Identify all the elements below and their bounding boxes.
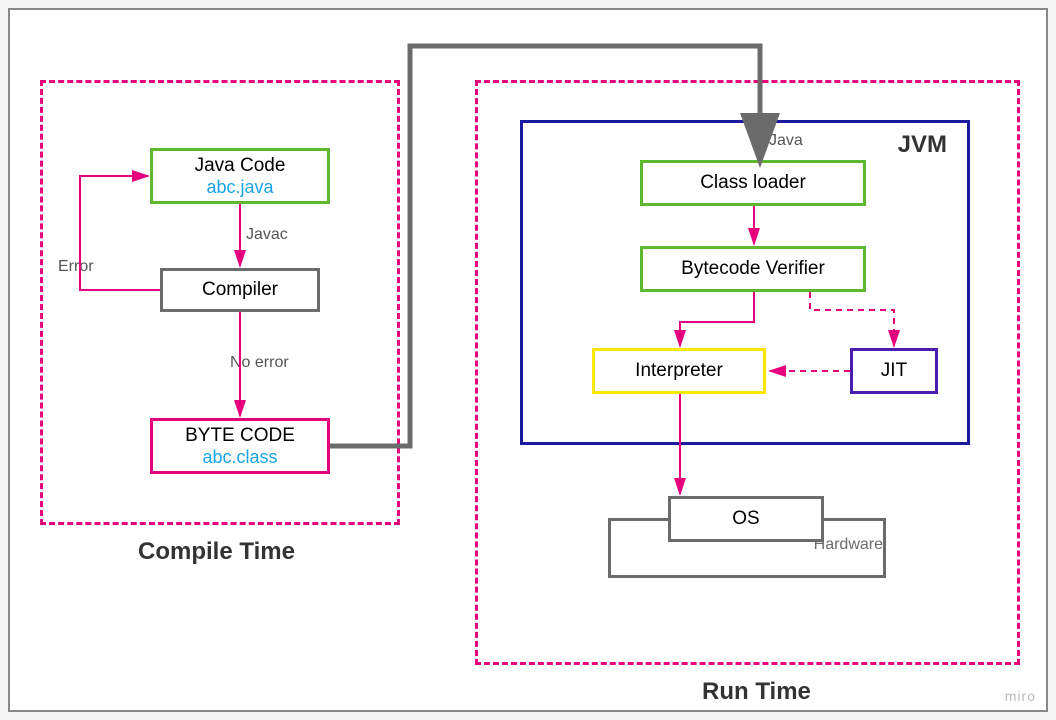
verifier-label: Bytecode Verifier: [681, 258, 825, 280]
run-time-title: Run Time: [702, 678, 811, 706]
bytecode-file: abc.class: [202, 447, 277, 468]
java-code-file: abc.java: [206, 177, 273, 198]
jvm-label: JVM: [898, 131, 947, 159]
jit-label: JIT: [881, 360, 907, 382]
os-node: OS: [668, 496, 824, 542]
interpreter-node: Interpreter: [592, 348, 766, 394]
error-label: Error: [58, 258, 94, 276]
bytecode-label: BYTE CODE: [185, 425, 295, 447]
compiler-label: Compiler: [202, 279, 278, 301]
java-code-node: Java Code abc.java: [150, 148, 330, 204]
java-label: Java: [769, 132, 803, 150]
java-code-label: Java Code: [195, 155, 286, 177]
classloader-label: Class loader: [700, 172, 806, 194]
verifier-node: Bytecode Verifier: [640, 246, 866, 292]
os-label: OS: [732, 508, 759, 530]
watermark: miro: [1005, 688, 1036, 704]
compiler-node: Compiler: [160, 268, 320, 312]
interpreter-label: Interpreter: [635, 360, 723, 382]
noerror-label: No error: [230, 354, 289, 372]
bytecode-node: BYTE CODE abc.class: [150, 418, 330, 474]
compile-time-title: Compile Time: [138, 538, 295, 566]
classloader-node: Class loader: [640, 160, 866, 206]
jit-node: JIT: [850, 348, 938, 394]
javac-label: Javac: [246, 226, 288, 244]
hardware-label: Hardware: [814, 536, 883, 554]
diagram-frame: JVM Java Code abc.java Compiler BYTE COD…: [8, 8, 1048, 712]
